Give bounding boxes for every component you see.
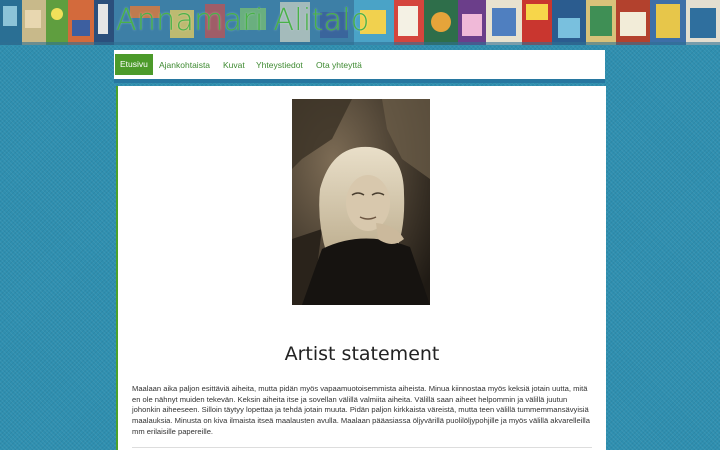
portrait-image bbox=[292, 99, 430, 305]
divider bbox=[132, 447, 592, 448]
site-title[interactable]: Annamari Alitalo bbox=[116, 1, 370, 41]
page-heading: Artist statement bbox=[284, 342, 440, 365]
nav-item-kuvat[interactable]: Kuvat bbox=[223, 55, 245, 75]
nav-item-ajankohtaista[interactable]: Ajankohtaista bbox=[159, 55, 210, 75]
header-banner: Annamari Alitalo bbox=[0, 0, 720, 45]
nav-item-yhteystiedot[interactable]: Yhteystiedot bbox=[256, 55, 303, 75]
artist-portrait bbox=[292, 99, 430, 305]
nav-item-etusivu[interactable]: Etusivu bbox=[115, 54, 153, 75]
nav-item-ota-yhteytta[interactable]: Ota yhteyttä bbox=[316, 55, 362, 75]
artist-statement-paragraph: Maalaan aika paljon esittäviä aiheita, m… bbox=[132, 383, 590, 437]
main-content: Artist statement Maalaan aika paljon esi… bbox=[116, 86, 606, 450]
main-navigation: Etusivu Ajankohtaista Kuvat Yhteystiedot… bbox=[114, 50, 605, 83]
